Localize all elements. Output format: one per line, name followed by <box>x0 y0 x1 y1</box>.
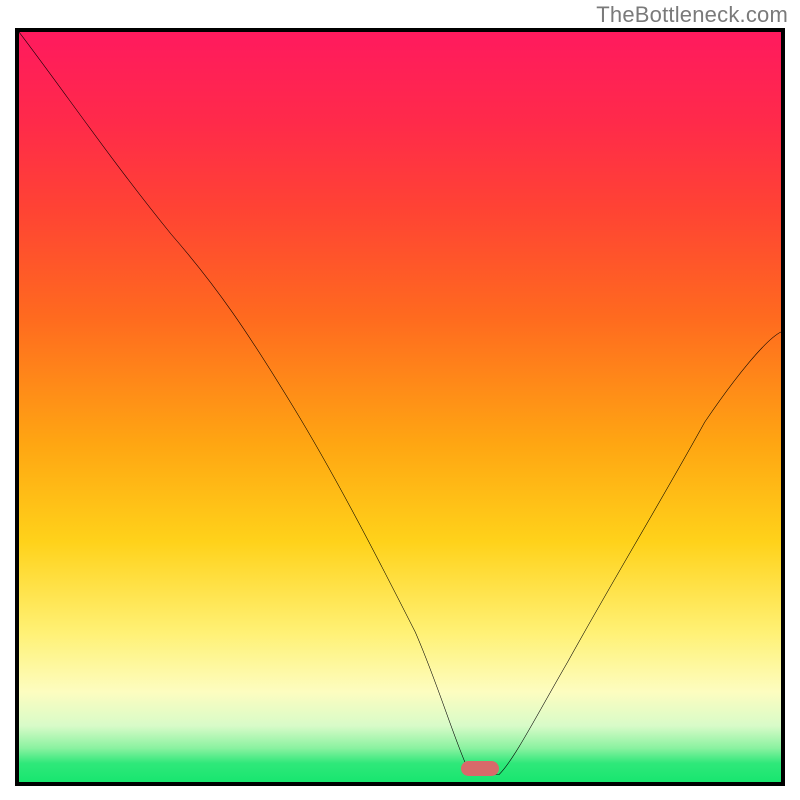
optimal-marker <box>461 761 499 776</box>
watermark-text: TheBottleneck.com <box>596 2 788 28</box>
chart-container: TheBottleneck.com <box>0 0 800 800</box>
bottleneck-curve <box>19 32 781 782</box>
curve-path <box>19 32 781 775</box>
plot-area <box>15 28 785 786</box>
